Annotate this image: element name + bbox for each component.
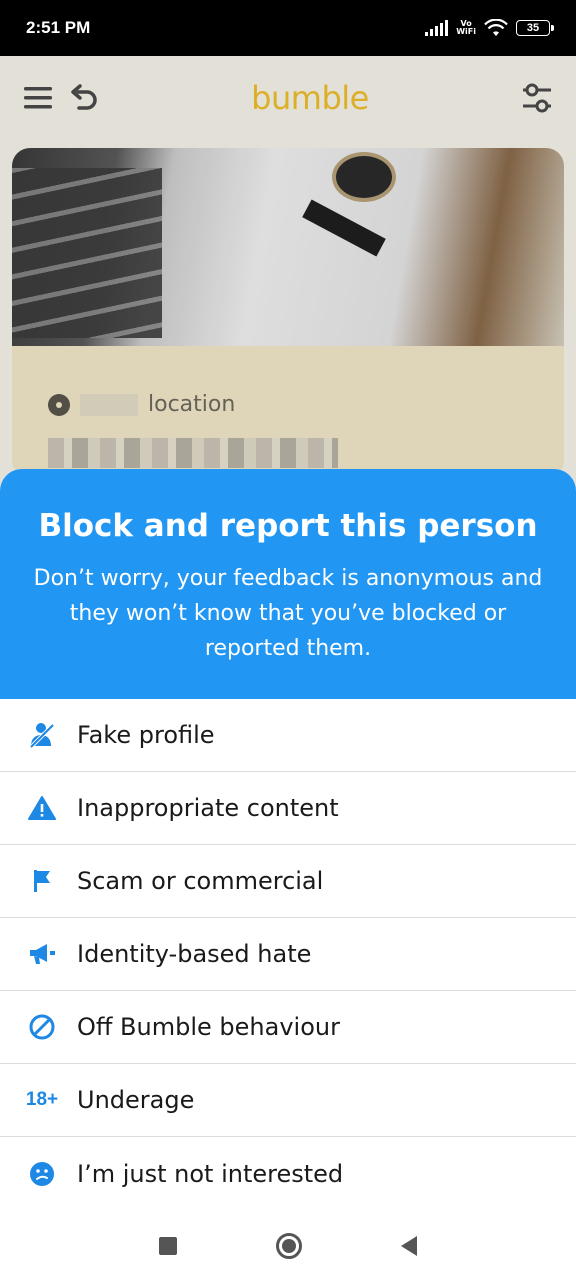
option-inappropriate-content[interactable]: Inappropriate content bbox=[0, 772, 576, 845]
recents-button[interactable] bbox=[159, 1236, 178, 1255]
battery-icon: 35 bbox=[516, 20, 554, 36]
status-time: 2:51 PM bbox=[26, 18, 91, 37]
flag-icon bbox=[26, 865, 58, 897]
prohibited-icon bbox=[26, 1011, 58, 1043]
age-18-icon: 18+ bbox=[25, 1089, 59, 1110]
block-report-sheet: Block and report this person Don’t worry… bbox=[0, 469, 576, 1211]
megaphone-icon bbox=[26, 938, 58, 970]
option-label: I’m just not interested bbox=[77, 1159, 344, 1188]
warning-icon bbox=[26, 792, 58, 824]
option-identity-based-hate[interactable]: Identity-based hate bbox=[0, 918, 576, 991]
wifi-icon bbox=[484, 19, 508, 36]
option-label: Scam or commercial bbox=[77, 867, 324, 895]
option-label: Identity-based hate bbox=[77, 940, 312, 968]
option-label: Underage bbox=[77, 1086, 195, 1114]
option-label: Inappropriate content bbox=[77, 794, 339, 822]
status-icons: Vo WiFi 35 bbox=[425, 19, 554, 37]
option-label: Off Bumble behaviour bbox=[77, 1013, 340, 1041]
system-nav-bar bbox=[0, 1211, 576, 1280]
option-scam-commercial[interactable]: Scam or commercial bbox=[0, 845, 576, 918]
option-off-bumble-behaviour[interactable]: Off Bumble behaviour bbox=[0, 991, 576, 1064]
sheet-title: Block and report this person bbox=[38, 508, 538, 544]
fake-profile-icon bbox=[26, 719, 58, 751]
option-not-interested[interactable]: I’m just not interested bbox=[0, 1137, 576, 1210]
status-bar: 2:51 PM Vo WiFi 35 bbox=[0, 0, 576, 56]
option-underage[interactable]: 18+ Underage bbox=[0, 1064, 576, 1137]
option-label: Fake profile bbox=[77, 721, 215, 749]
sheet-subtitle: Don’t worry, your feedback is anonymous … bbox=[33, 566, 543, 661]
option-fake-profile[interactable]: Fake profile bbox=[0, 699, 576, 772]
home-button[interactable] bbox=[275, 1232, 302, 1259]
vowifi-icon: Vo WiFi bbox=[456, 19, 476, 36]
back-button[interactable] bbox=[400, 1235, 417, 1256]
report-options: Fake profile Inappropriate content Scam … bbox=[0, 699, 576, 1210]
face-icon bbox=[26, 1158, 58, 1190]
signal-icon bbox=[425, 20, 449, 36]
sheet-header: Block and report this person Don’t worry… bbox=[0, 469, 576, 699]
